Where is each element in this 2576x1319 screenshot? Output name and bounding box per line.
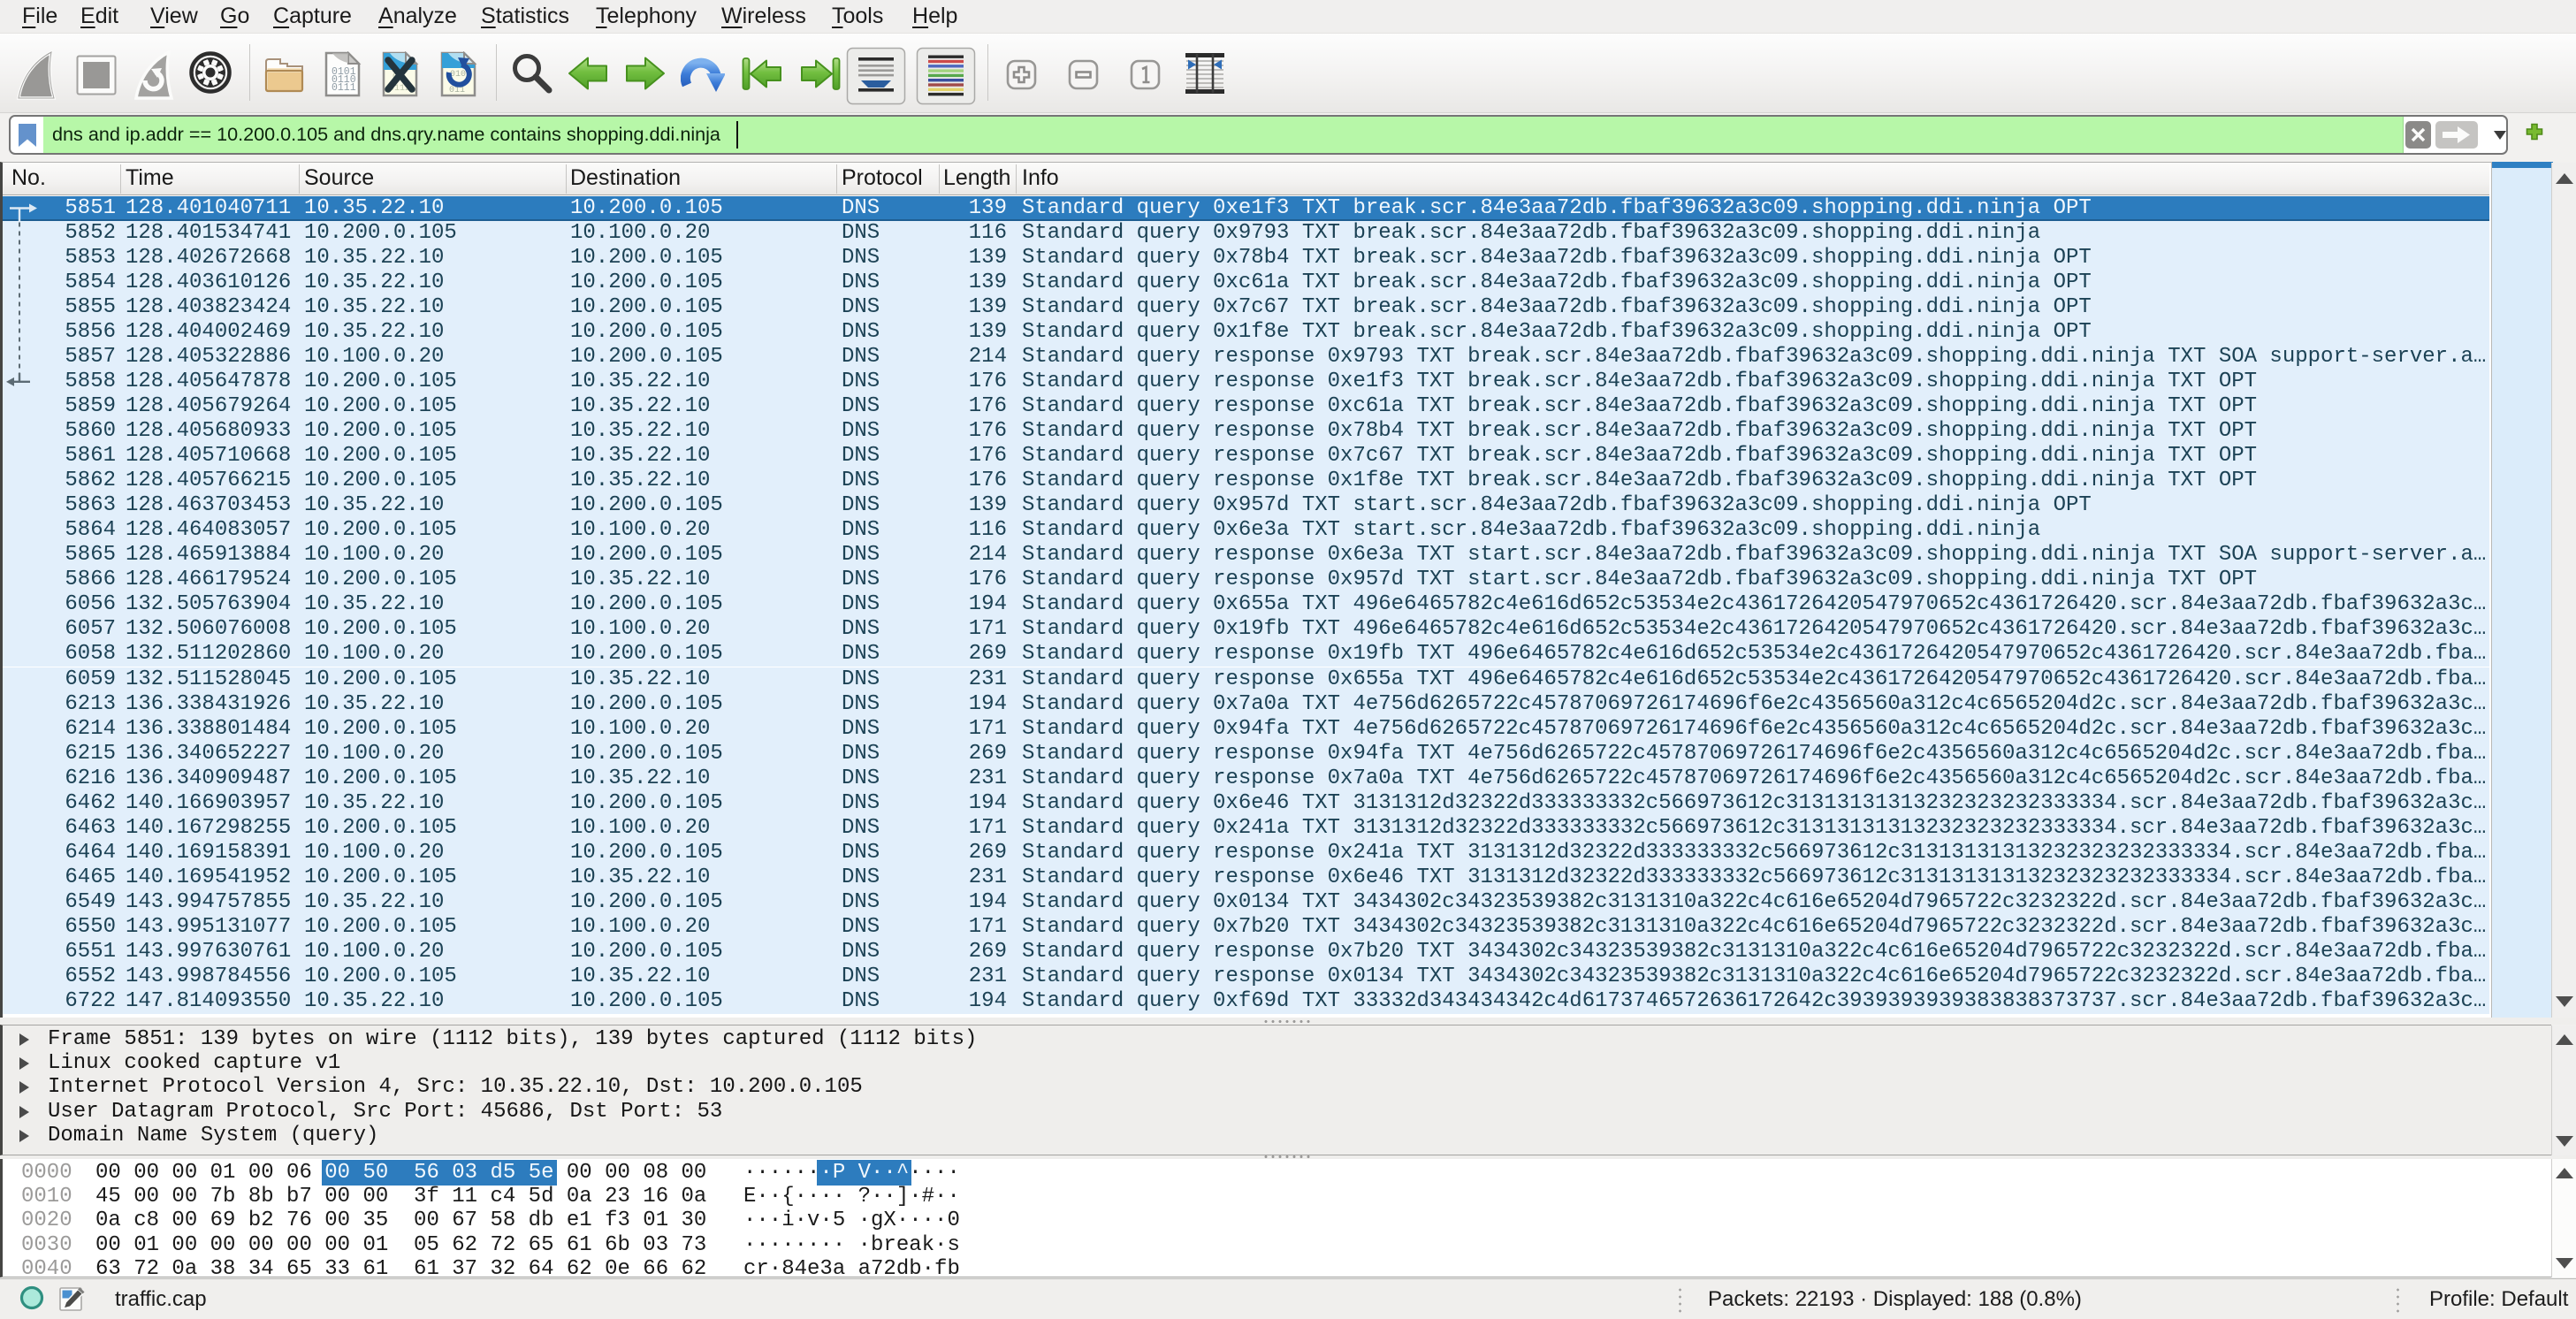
svg-text:0111: 0111 <box>332 82 356 94</box>
svg-text:011: 011 <box>449 86 465 95</box>
